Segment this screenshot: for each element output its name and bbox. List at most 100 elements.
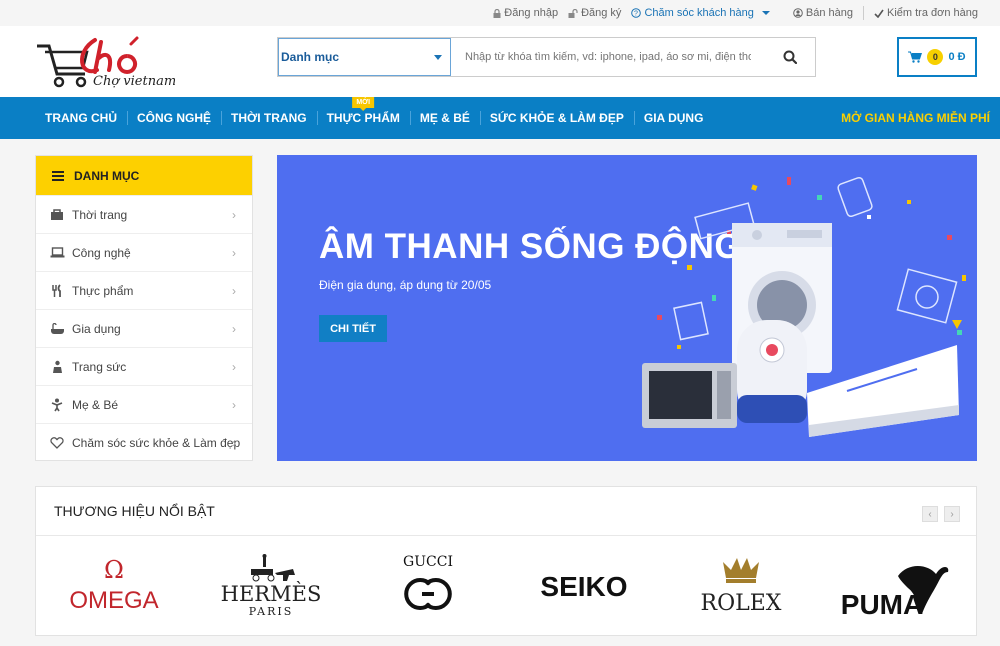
brands-title: THƯƠNG HIỆU NỔI BẬT <box>54 503 215 519</box>
nav-item-label: SỨC KHỎE & LÀM ĐẸP <box>489 111 624 125</box>
track-order-link[interactable]: Kiểm tra đơn hàng <box>874 7 978 19</box>
gucci-logo: GUCCI <box>403 554 453 610</box>
nav-item-label: THỰC PHẨM <box>326 111 400 125</box>
nav-item-health-beauty[interactable]: SỨC KHỎE & LÀM ĐẸP <box>479 97 634 139</box>
nav-item-technology[interactable]: CÔNG NGHỆ <box>127 97 221 139</box>
nav-item-label: MẸ & BÉ <box>419 111 470 125</box>
brand-logo-list: Ω OMEGA HERMÈS PARIS GUCCI SEIKO ROLEX P… <box>36 536 976 636</box>
nav-item-fashion[interactable]: THỜI TRANG <box>221 97 317 139</box>
brand-hermes[interactable]: HERMÈS PARIS <box>193 536 350 636</box>
heart-icon <box>48 436 66 449</box>
chevron-right-icon: › <box>232 398 236 412</box>
rolex-logo: ROLEX <box>701 558 782 616</box>
chevron-right-icon: › <box>232 322 236 336</box>
sidebar-item-household[interactable]: Gia dụng › <box>36 309 252 347</box>
sidebar-item-technology[interactable]: Công nghệ › <box>36 233 252 271</box>
sell-label: Bán hàng <box>805 7 853 19</box>
question-circle-icon: ? <box>631 8 642 18</box>
child-icon <box>48 398 66 412</box>
chevron-right-icon: › <box>232 208 236 222</box>
rolex-text: ROLEX <box>701 591 782 616</box>
featured-brands: THƯƠNG HIỆU NỔI BẬT ‹ › Ω OMEGA HERMÈS P… <box>35 486 977 636</box>
nav-item-label: THỜI TRANG <box>231 111 307 125</box>
prev-arrow-button[interactable]: ‹ <box>922 506 938 522</box>
svg-text:?: ? <box>634 11 638 18</box>
login-link[interactable]: Đăng nhập <box>493 7 558 19</box>
nav-item-food[interactable]: MỚI THỰC PHẨM <box>316 97 410 139</box>
support-dropdown[interactable]: ? Chăm sóc khách hàng <box>631 7 774 19</box>
jewelry-icon <box>48 360 66 374</box>
nav-item-home[interactable]: TRANG CHỦ <box>35 97 127 139</box>
nav-item-label: CÔNG NGHỆ <box>137 111 212 125</box>
track-order-label: Kiểm tra đơn hàng <box>887 7 978 19</box>
top-links: Đăng nhập Đăng ký ? Chăm sóc khách hàng … <box>483 0 978 26</box>
puma-logo: PUMA <box>840 566 949 618</box>
omega-text: OMEGA <box>70 587 159 614</box>
crown-icon <box>723 558 760 578</box>
water-heater <box>737 320 807 423</box>
site-logo[interactable]: Chợ vietnam <box>35 32 176 92</box>
search-input[interactable] <box>451 38 765 76</box>
sidebar-item-label: Chăm sóc sức khỏe & Làm đẹp <box>72 435 241 450</box>
support-label: Chăm sóc khách hàng <box>644 7 754 19</box>
banner-subtitle: Điện gia dụng, áp dụng từ 20/05 <box>319 278 492 292</box>
caret-down-icon <box>761 11 770 15</box>
cart-logo-icon: Chợ vietnam <box>37 36 176 89</box>
cart-icon <box>908 51 923 63</box>
nav-item-household[interactable]: GIA DỤNG <box>633 97 714 139</box>
lock-icon <box>493 8 501 18</box>
hero-banner[interactable]: ÂM THANH SỐNG ĐỘNG Điện gia dụng, áp dụn… <box>277 155 977 461</box>
login-label: Đăng nhập <box>504 7 559 19</box>
svg-text:Ω: Ω <box>104 556 124 584</box>
hermes-text: HERMÈS <box>221 582 322 606</box>
hermes-logo: HERMÈS PARIS <box>221 554 322 618</box>
search-button[interactable] <box>765 38 815 76</box>
puma-text: PUMA <box>840 589 922 618</box>
next-arrow-button[interactable]: › <box>944 506 960 522</box>
sidebar-item-label: Mẹ & Bé <box>72 397 119 412</box>
nav-item-mom-baby[interactable]: MẸ & BÉ <box>409 97 480 139</box>
search-bar: Danh mục <box>277 37 816 77</box>
brand-puma[interactable]: PUMA <box>819 536 976 636</box>
brands-carousel-nav: ‹ › <box>922 506 960 522</box>
sidebar-item-label: Trang sức <box>72 359 127 374</box>
sidebar-item-fashion[interactable]: Thời trang › <box>36 195 252 233</box>
sidebar-header: DANH MỤC <box>36 156 252 195</box>
chevron-right-icon: › <box>232 246 236 260</box>
omega-logo: Ω OMEGA <box>70 556 159 614</box>
bag-icon <box>48 208 66 221</box>
register-link[interactable]: Đăng ký <box>568 7 621 19</box>
sidebar-item-label: Gia dụng <box>72 321 121 336</box>
search-icon <box>783 50 797 64</box>
chevron-right-icon: › <box>232 360 236 374</box>
sidebar-item-mom-baby[interactable]: Mẹ & Bé › <box>36 385 252 423</box>
cart-count-badge: 0 <box>927 49 944 65</box>
caret-down-icon <box>434 54 442 60</box>
sidebar-item-label: Thời trang <box>72 207 128 222</box>
header: Chợ vietnam Danh mục 0 0 Đ <box>0 26 1000 97</box>
new-badge: MỚI <box>352 97 375 111</box>
check-icon <box>874 9 884 18</box>
sidebar-item-jewelry[interactable]: Trang sức › <box>36 347 252 385</box>
appliances-illustration <box>642 176 966 437</box>
top-bar: Đăng nhập Đăng ký ? Chăm sóc khách hàng … <box>0 0 1000 26</box>
sidebar-item-health-beauty[interactable]: Chăm sóc sức khỏe & Làm đẹp › <box>36 423 252 461</box>
sell-link[interactable]: Bán hàng <box>793 7 853 19</box>
open-free-store-link[interactable]: MỞ GIAN HÀNG MIỄN PHÍ <box>841 97 990 139</box>
laptop-icon <box>48 247 66 258</box>
brand-omega[interactable]: Ω OMEGA <box>36 536 193 636</box>
nav-item-label: TRANG CHỦ <box>45 111 117 125</box>
cart-button[interactable]: 0 0 Đ <box>897 37 977 77</box>
sidebar-item-food[interactable]: Thực phẩm › <box>36 271 252 309</box>
brand-seiko[interactable]: SEIKO <box>506 536 663 636</box>
brand-rolex[interactable]: ROLEX <box>663 536 820 636</box>
sidebar-title: DANH MỤC <box>74 168 140 183</box>
menu-icon <box>52 169 64 183</box>
chevron-right-icon: › <box>232 436 236 450</box>
banner-detail-button[interactable]: CHI TIẾT <box>319 315 387 342</box>
carriage-icon <box>251 554 295 582</box>
brands-header: THƯƠNG HIỆU NỔI BẬT ‹ › <box>36 487 976 536</box>
category-select[interactable]: Danh mục <box>278 38 451 76</box>
register-label: Đăng ký <box>581 7 622 19</box>
brand-gucci[interactable]: GUCCI <box>349 536 506 636</box>
